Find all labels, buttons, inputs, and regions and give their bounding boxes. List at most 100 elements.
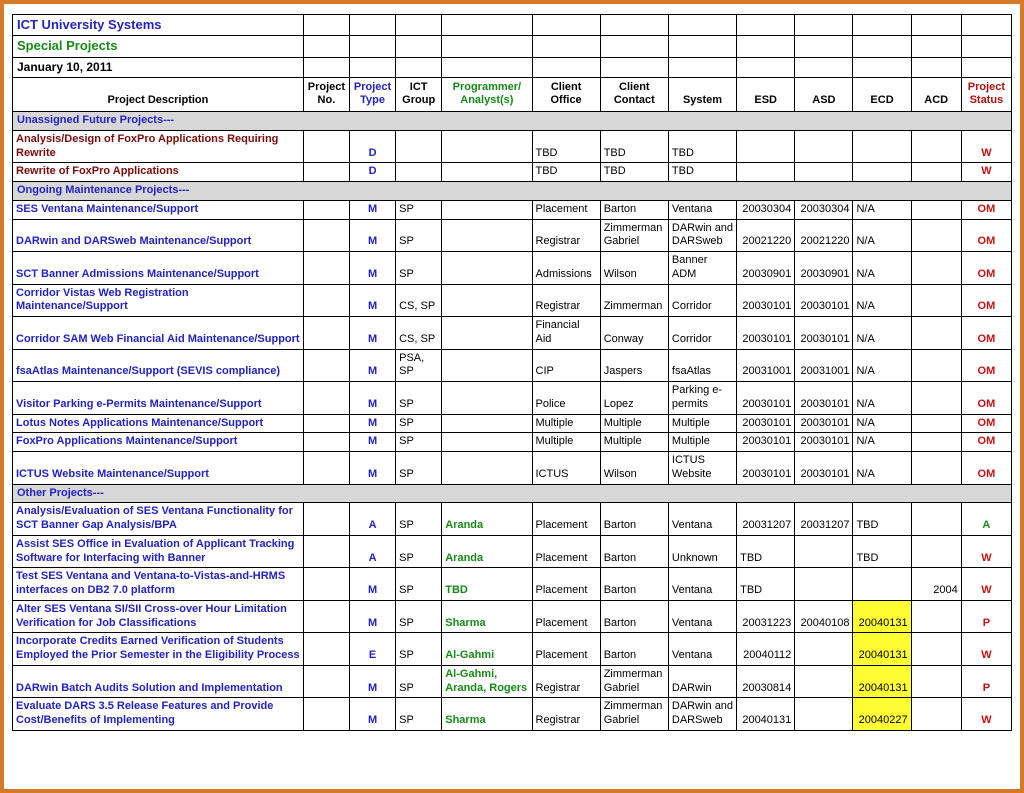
cell-prog <box>442 349 532 382</box>
cell-group: SP <box>396 252 442 285</box>
cell-desc: Rewrite of FoxPro Applications <box>13 163 304 182</box>
cell-asd: 20030101 <box>795 452 853 485</box>
table-row: Visitor Parking e-Permits Maintenance/Su… <box>13 382 1012 415</box>
cell-system: Multiple <box>668 433 736 452</box>
cell-ecd: N/A <box>853 200 911 219</box>
cell-office: CIP <box>532 349 600 382</box>
cell-acd <box>911 200 961 219</box>
table-row: SCT Banner Admissions Maintenance/Suppor… <box>13 252 1012 285</box>
cell-status: W <box>961 633 1011 666</box>
cell-acd <box>911 284 961 317</box>
cell-acd <box>911 382 961 415</box>
cell-no <box>303 200 349 219</box>
cell-esd: 20040112 <box>737 633 795 666</box>
cell-esd: 20031001 <box>737 349 795 382</box>
cell-system: DARwin and DARSweb <box>668 219 736 252</box>
cell-esd: 20030901 <box>737 252 795 285</box>
cell-acd <box>911 503 961 536</box>
cell-no <box>303 665 349 698</box>
cell-asd <box>795 568 853 601</box>
cell-acd <box>911 130 961 163</box>
cell-ecd: N/A <box>853 452 911 485</box>
section-label: Unassigned Future Projects--- <box>13 112 1012 131</box>
cell-esd: TBD <box>737 568 795 601</box>
cell-ecd: N/A <box>853 284 911 317</box>
title-cell: ICT University Systems <box>13 15 304 36</box>
cell-no <box>303 433 349 452</box>
cell-contact: Multiple <box>600 433 668 452</box>
cell-asd: 20030101 <box>795 414 853 433</box>
cell-asd: 20030101 <box>795 317 853 350</box>
cell-ecd <box>853 130 911 163</box>
hdr-ptype: Project Type <box>349 77 395 112</box>
cell-no <box>303 414 349 433</box>
table-row: Rewrite of FoxPro ApplicationsDTBDTBDTBD… <box>13 163 1012 182</box>
cell-status: OM <box>961 433 1011 452</box>
hdr-esd: ESD <box>737 77 795 112</box>
cell-group: CS, SP <box>396 317 442 350</box>
cell-ptype: E <box>349 633 395 666</box>
cell-office: Multiple <box>532 414 600 433</box>
cell-system: DARwin <box>668 665 736 698</box>
cell-prog <box>442 130 532 163</box>
cell-contact: TBD <box>600 163 668 182</box>
cell-esd: 20030101 <box>737 284 795 317</box>
cell-system: Corridor <box>668 284 736 317</box>
cell-desc: FoxPro Applications Maintenance/Support <box>13 433 304 452</box>
cell-esd: TBD <box>737 535 795 568</box>
cell-prog: Aranda <box>442 503 532 536</box>
cell-status: OM <box>961 317 1011 350</box>
cell-group: CS, SP <box>396 284 442 317</box>
cell-office: Registrar <box>532 219 600 252</box>
cell-esd: 20030304 <box>737 200 795 219</box>
cell-esd: 20030101 <box>737 414 795 433</box>
table-row: Corridor Vistas Web Registration Mainten… <box>13 284 1012 317</box>
cell-group: SP <box>396 600 442 633</box>
cell-system: fsaAtlas <box>668 349 736 382</box>
cell-acd <box>911 535 961 568</box>
cell-group: SP <box>396 452 442 485</box>
cell-asd: 20030101 <box>795 284 853 317</box>
cell-group: SP <box>396 633 442 666</box>
cell-ptype: M <box>349 600 395 633</box>
cell-desc: Alter SES Ventana SI/SII Cross-over Hour… <box>13 600 304 633</box>
cell-group: SP <box>396 503 442 536</box>
cell-office: Placement <box>532 535 600 568</box>
cell-contact: Barton <box>600 600 668 633</box>
cell-group: SP <box>396 433 442 452</box>
cell-ecd: 20040131 <box>853 665 911 698</box>
cell-ecd: N/A <box>853 414 911 433</box>
hdr-office: Client Office <box>532 77 600 112</box>
cell-prog <box>442 219 532 252</box>
cell-contact: Zimmerman <box>600 284 668 317</box>
cell-no <box>303 349 349 382</box>
hdr-acd: ACD <box>911 77 961 112</box>
cell-ecd: N/A <box>853 219 911 252</box>
cell-esd <box>737 130 795 163</box>
cell-asd: 20040108 <box>795 600 853 633</box>
cell-acd <box>911 252 961 285</box>
hdr-contact: Client Contact <box>600 77 668 112</box>
cell-prog <box>442 252 532 285</box>
cell-no <box>303 568 349 601</box>
cell-contact: Wilson <box>600 252 668 285</box>
cell-asd: 20030304 <box>795 200 853 219</box>
cell-contact: Conway <box>600 317 668 350</box>
cell-prog: Aranda <box>442 535 532 568</box>
cell-acd <box>911 433 961 452</box>
cell-no <box>303 317 349 350</box>
table-row: Test SES Ventana and Ventana-to-Vistas-a… <box>13 568 1012 601</box>
cell-system: TBD <box>668 130 736 163</box>
cell-ptype: A <box>349 503 395 536</box>
table-row: Alter SES Ventana SI/SII Cross-over Hour… <box>13 600 1012 633</box>
cell-office: Registrar <box>532 698 600 731</box>
cell-office: TBD <box>532 163 600 182</box>
cell-desc: Analysis/Evaluation of SES Ventana Funct… <box>13 503 304 536</box>
cell-esd <box>737 163 795 182</box>
cell-contact: Lopez <box>600 382 668 415</box>
cell-desc: Lotus Notes Applications Maintenance/Sup… <box>13 414 304 433</box>
cell-acd <box>911 219 961 252</box>
cell-acd <box>911 665 961 698</box>
cell-system: Ventana <box>668 200 736 219</box>
cell-esd: 20030101 <box>737 382 795 415</box>
